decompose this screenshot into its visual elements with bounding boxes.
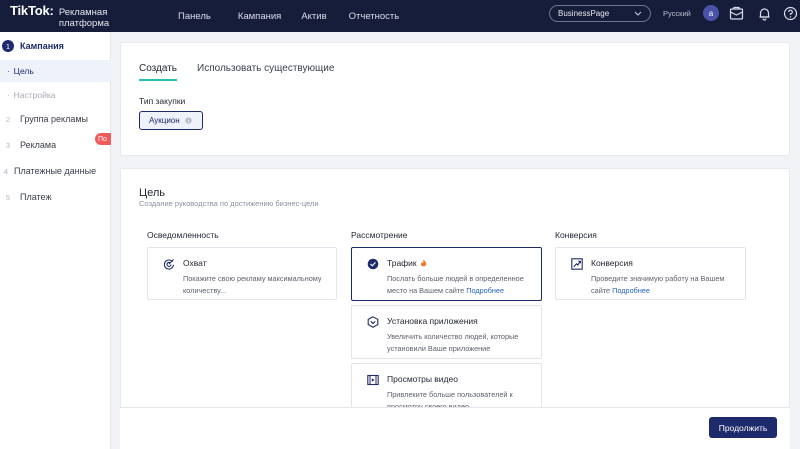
step-number: 2 — [5, 114, 11, 124]
language-switcher[interactable]: Русский — [663, 9, 691, 18]
top-navigation-bar: TikTok: Рекламная платформа Панель Кампа… — [0, 0, 800, 32]
goal-card-description-text: Проведите значимую работу на Вашем сайте — [591, 274, 725, 295]
mail-icon[interactable] — [729, 6, 744, 21]
auction-option-label: Аукцион — [149, 116, 180, 125]
reach-icon — [163, 259, 174, 270]
footer-bar: Продолжить — [120, 407, 790, 449]
column-awareness-title: Осведомленность — [147, 230, 219, 240]
nav-campaign[interactable]: Кампания — [238, 11, 281, 22]
account-selector-value: BusinessPage — [558, 9, 610, 18]
continue-button[interactable]: Продолжить — [709, 417, 777, 438]
goal-card-app-install[interactable]: Установка приложения Увеличить количеств… — [351, 305, 542, 359]
video-icon — [367, 374, 379, 386]
goal-card-title: Просмотры видео — [387, 374, 458, 384]
step-ad-group[interactable]: 2 Группа рекламы — [0, 107, 111, 131]
learn-more-link[interactable]: Подробнее — [612, 286, 650, 295]
brand-subtitle: Рекламная платформа — [58, 7, 110, 29]
step-number: 4 — [3, 166, 9, 176]
goal-card-conversion[interactable]: Конверсия Проведите значимую работу на В… — [555, 247, 746, 300]
goal-card-reach[interactable]: Охват Покажите свою рекламу максимальном… — [147, 247, 337, 300]
avatar[interactable]: a — [703, 5, 719, 21]
substep-label: Цель — [13, 66, 34, 76]
goal-card-title: Трафик — [387, 258, 427, 268]
step-number: 3 — [5, 140, 11, 150]
column-consideration-title: Рассмотрение — [351, 230, 408, 240]
step-payment[interactable]: 5 Платеж — [0, 185, 111, 209]
substep-goal[interactable]: · Цель — [0, 60, 111, 82]
tab-use-existing[interactable]: Использовать существующие — [197, 63, 334, 81]
fire-icon — [420, 259, 426, 267]
goal-card-title: Конверсия — [591, 258, 633, 268]
brand-logo-colon: : — [49, 3, 54, 18]
goal-card-traffic[interactable]: Трафик Послать больше людей в определенн… — [351, 247, 542, 301]
create-tabs: Создать Использовать существующие — [139, 63, 334, 81]
auction-option-button[interactable]: Аукцион — [139, 111, 203, 130]
brand-logo: TikTok — [10, 3, 50, 18]
substep-bullet: · — [7, 66, 10, 76]
substep-settings[interactable]: · Настройка — [0, 84, 111, 106]
learn-more-link[interactable]: Подробнее — [466, 286, 504, 295]
step-campaign[interactable]: 1 Кампания — [0, 34, 111, 58]
main-nav: Панель Кампания Актив Отчетность — [178, 11, 399, 22]
goal-card-description: Увеличить количество людей, которые уста… — [387, 332, 519, 353]
goal-card-title-text: Трафик — [387, 258, 417, 268]
status-badge: По — [95, 133, 111, 145]
goal-card-description: Покажите свою рекламу максимальному коли… — [183, 274, 322, 295]
step-label: Группа рекламы — [20, 114, 88, 124]
step-label: Платеж — [20, 192, 52, 202]
goal-card-title: Установка приложения — [387, 316, 478, 326]
nav-assets[interactable]: Актив — [301, 11, 326, 22]
conversion-chart-icon — [571, 258, 583, 270]
goal-subtitle: Создание руководства по достижению бизне… — [139, 199, 319, 208]
step-label: Кампания — [20, 41, 64, 51]
bell-icon[interactable] — [757, 6, 772, 21]
check-circle-icon — [367, 258, 379, 270]
tab-create[interactable]: Создать — [139, 63, 178, 81]
goal-card-description: Проведите значимую работу на Вашем сайте… — [591, 273, 741, 297]
step-payment-details[interactable]: 4 Платежные данные — [0, 159, 111, 183]
brand[interactable]: TikTok: Рекламная платформа — [10, 3, 160, 29]
goal-title: Цель — [139, 187, 166, 199]
nav-dashboard[interactable]: Панель — [178, 11, 211, 22]
column-conversion-title: Конверсия — [555, 230, 597, 240]
step-label: Платежные данные — [14, 166, 97, 176]
nav-reporting[interactable]: Отчетность — [349, 11, 400, 22]
campaign-create-panel: Создать Использовать существующие Тип за… — [120, 42, 790, 156]
help-icon[interactable] — [783, 6, 798, 21]
goal-card-description: Послать больше людей в определенное мест… — [387, 273, 537, 297]
step-label: Реклама — [20, 140, 57, 150]
step-number: 1 — [2, 40, 14, 52]
info-icon[interactable] — [185, 117, 192, 124]
app-cube-icon — [367, 316, 379, 328]
account-selector[interactable]: BusinessPage — [549, 5, 651, 22]
sidebar-steps: 1 Кампания · Цель · Настройка 2 Группа р… — [0, 32, 111, 449]
chevron-down-icon — [634, 11, 642, 16]
step-number: 5 — [5, 192, 11, 202]
purchase-type-label: Тип закупки — [139, 96, 186, 106]
substep-label: Настройка — [13, 90, 56, 100]
substep-bullet: · — [7, 90, 10, 100]
goal-card-title: Охват — [183, 258, 207, 268]
